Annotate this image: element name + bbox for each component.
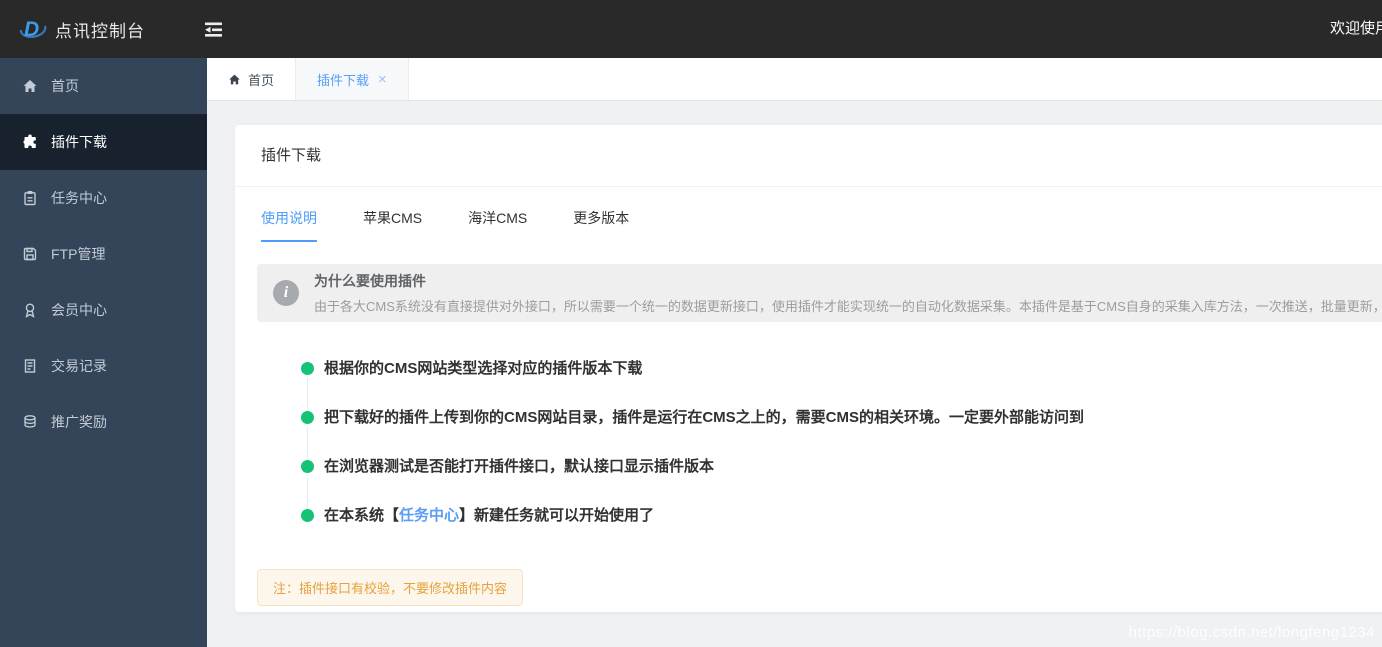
watermark: https://blog.csdn.net/longfeng1234 [1128, 624, 1375, 641]
svg-text:D: D [24, 18, 40, 41]
tab-bar: 首页 插件下载 × [207, 58, 1382, 101]
tab-apple-cms[interactable]: 苹果CMS [363, 208, 422, 242]
plugin-download-card: 插件下载 使用说明 苹果CMS 海洋CMS 更多版本 i 为什么要使用插件 由于… [235, 125, 1382, 612]
tab-ocean-cms[interactable]: 海洋CMS [468, 208, 527, 242]
note-alert: 注：插件接口有校验，不要修改插件内容 [257, 569, 524, 606]
sidebar: 首页 插件下载 任务中心 FTP管理 会员中心 交易记录 推广奖励 [0, 58, 207, 647]
tasks-icon [24, 191, 36, 206]
app-title: 点讯控制台 [55, 21, 145, 41]
app-logo[interactable]: D 点讯控制台 [0, 0, 207, 58]
step-text: 在浏览器测试是否能打开插件接口，默认接口显示插件版本 [324, 458, 715, 475]
tab-label: 插件下载 [317, 72, 370, 88]
content-area: 插件下载 使用说明 苹果CMS 海洋CMS 更多版本 i 为什么要使用插件 由于… [207, 101, 1382, 647]
step-text: 把下载好的插件上传到你的CMS网站目录，插件是运行在CMS之上的，需要CMS的相… [324, 409, 1085, 426]
info-icon: i [273, 280, 299, 306]
sidebar-collapse-button[interactable] [202, 19, 226, 40]
coins-icon [24, 415, 36, 428]
sidebar-item-label: 推广奖励 [51, 414, 107, 430]
home-icon [23, 80, 37, 92]
sidebar-item-label: 会员中心 [51, 302, 107, 318]
sidebar-item-promotion-rewards[interactable]: 推广奖励 [0, 394, 207, 450]
sidebar-item-label: 插件下载 [51, 134, 107, 150]
medal-icon [25, 303, 35, 318]
sidebar-item-ftp-management[interactable]: FTP管理 [0, 226, 207, 282]
tab-usage-instructions[interactable]: 使用说明 [261, 208, 317, 242]
step-text: 】新建任务就可以开始使用了 [459, 507, 655, 524]
task-center-link[interactable]: 任务中心 [399, 507, 459, 524]
plugin-icon [23, 134, 36, 148]
sidebar-item-task-center[interactable]: 任务中心 [0, 170, 207, 226]
sidebar-item-label: 首页 [51, 78, 79, 94]
info-body: 由于各大CMS系统没有直接提供对外接口，所以需要一个统一的数据更新接口，使用插件… [314, 299, 1382, 314]
steps-list: 根据你的CMS网站类型选择对应的插件版本下载 把下载好的插件上传到你的CMS网站… [235, 360, 1382, 525]
step-item: 在浏览器测试是否能打开插件接口，默认接口显示插件版本 [301, 458, 1382, 509]
tab-plugin-download[interactable]: 插件下载 × [296, 58, 409, 100]
step-text: 根据你的CMS网站类型选择对应的插件版本下载 [324, 360, 643, 377]
close-tab-icon[interactable]: × [378, 71, 387, 88]
app-header: D 点讯控制台 欢迎使用 [0, 0, 1382, 58]
tab-more-versions[interactable]: 更多版本 [573, 208, 629, 242]
logo-icon: D [19, 18, 47, 41]
card-header: 插件下载 [235, 125, 1382, 187]
sidebar-item-label: 任务中心 [51, 190, 107, 206]
tab-home[interactable]: 首页 [207, 58, 297, 100]
floppy-icon [23, 247, 37, 261]
sidebar-item-label: FTP管理 [51, 246, 106, 262]
card-tabs: 使用说明 苹果CMS 海洋CMS 更多版本 [235, 187, 1382, 242]
sidebar-item-label: 交易记录 [51, 358, 107, 374]
home-icon [229, 74, 240, 84]
tab-label: 首页 [248, 72, 275, 88]
card-title: 插件下载 [261, 147, 322, 164]
sidebar-item-member-center[interactable]: 会员中心 [0, 282, 207, 338]
receipt-icon [24, 359, 36, 373]
main-area: 首页 插件下载 × 插件下载 使用说明 苹果CMS 海洋CMS 更多版本 i 为… [207, 58, 1382, 647]
step-item: 根据你的CMS网站类型选择对应的插件版本下载 [301, 360, 1382, 411]
info-text: 为什么要使用插件 由于各大CMS系统没有直接提供对外接口，所以需要一个统一的数据… [314, 271, 1382, 315]
info-alert: i 为什么要使用插件 由于各大CMS系统没有直接提供对外接口，所以需要一个统一的… [257, 264, 1382, 322]
step-item: 把下载好的插件上传到你的CMS网站目录，插件是运行在CMS之上的，需要CMS的相… [301, 409, 1382, 460]
step-item: 在本系统【任务中心】新建任务就可以开始使用了 [301, 507, 1382, 525]
outdent-icon [205, 22, 222, 37]
sidebar-item-plugin-download[interactable]: 插件下载 [0, 114, 207, 170]
step-text: 在本系统【 [324, 507, 400, 524]
sidebar-item-home[interactable]: 首页 [0, 58, 207, 114]
sidebar-item-transaction-records[interactable]: 交易记录 [0, 338, 207, 394]
info-title: 为什么要使用插件 [314, 273, 426, 289]
welcome-text: 欢迎使用 [1329, 20, 1382, 37]
